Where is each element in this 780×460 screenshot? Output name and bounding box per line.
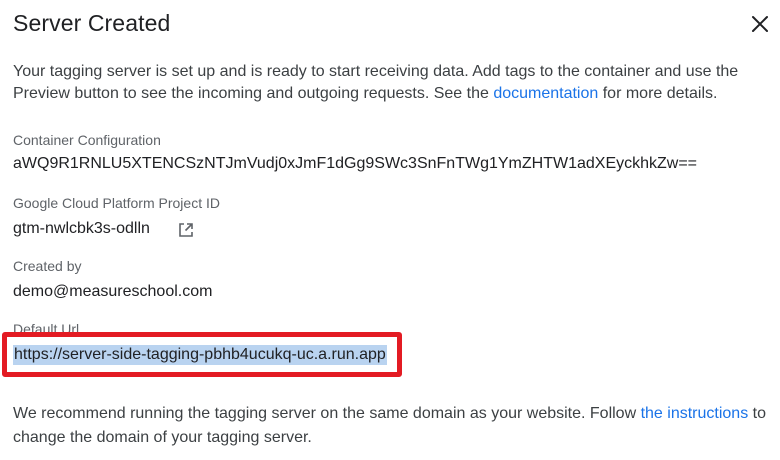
container-config-label: Container Configuration	[13, 132, 161, 148]
close-icon	[752, 16, 768, 32]
close-button[interactable]	[746, 10, 774, 38]
dialog-title: Server Created	[13, 10, 171, 36]
instructions-link[interactable]: the instructions	[641, 405, 749, 422]
created-by-value[interactable]: demo@measureschool.com	[13, 283, 212, 301]
open-project-link[interactable]	[177, 221, 195, 239]
project-id-value[interactable]: gtm-nwlcbk3s-odlln	[13, 220, 150, 238]
created-by-label: Created by	[13, 258, 82, 274]
server-created-dialog: Server Created Your tagging server is se…	[0, 0, 780, 460]
container-config-value[interactable]: aWQ9R1RNLU5XTENCSzNTJmVudj0xJmF1dGg9SWc3…	[13, 155, 697, 173]
default-url-value[interactable]: https://server-side-tagging-pbhb4ucukq-u…	[13, 345, 387, 365]
footer-paragraph: We recommend running the tagging server …	[13, 402, 773, 450]
intro-suffix: for more details.	[598, 85, 718, 102]
footer-text: We recommend running the tagging server …	[13, 405, 641, 422]
open-in-new-icon	[179, 223, 193, 237]
project-id-label: Google Cloud Platform Project ID	[13, 195, 220, 211]
documentation-link[interactable]: documentation	[493, 85, 598, 102]
intro-paragraph: Your tagging server is set up and is rea…	[13, 61, 773, 105]
